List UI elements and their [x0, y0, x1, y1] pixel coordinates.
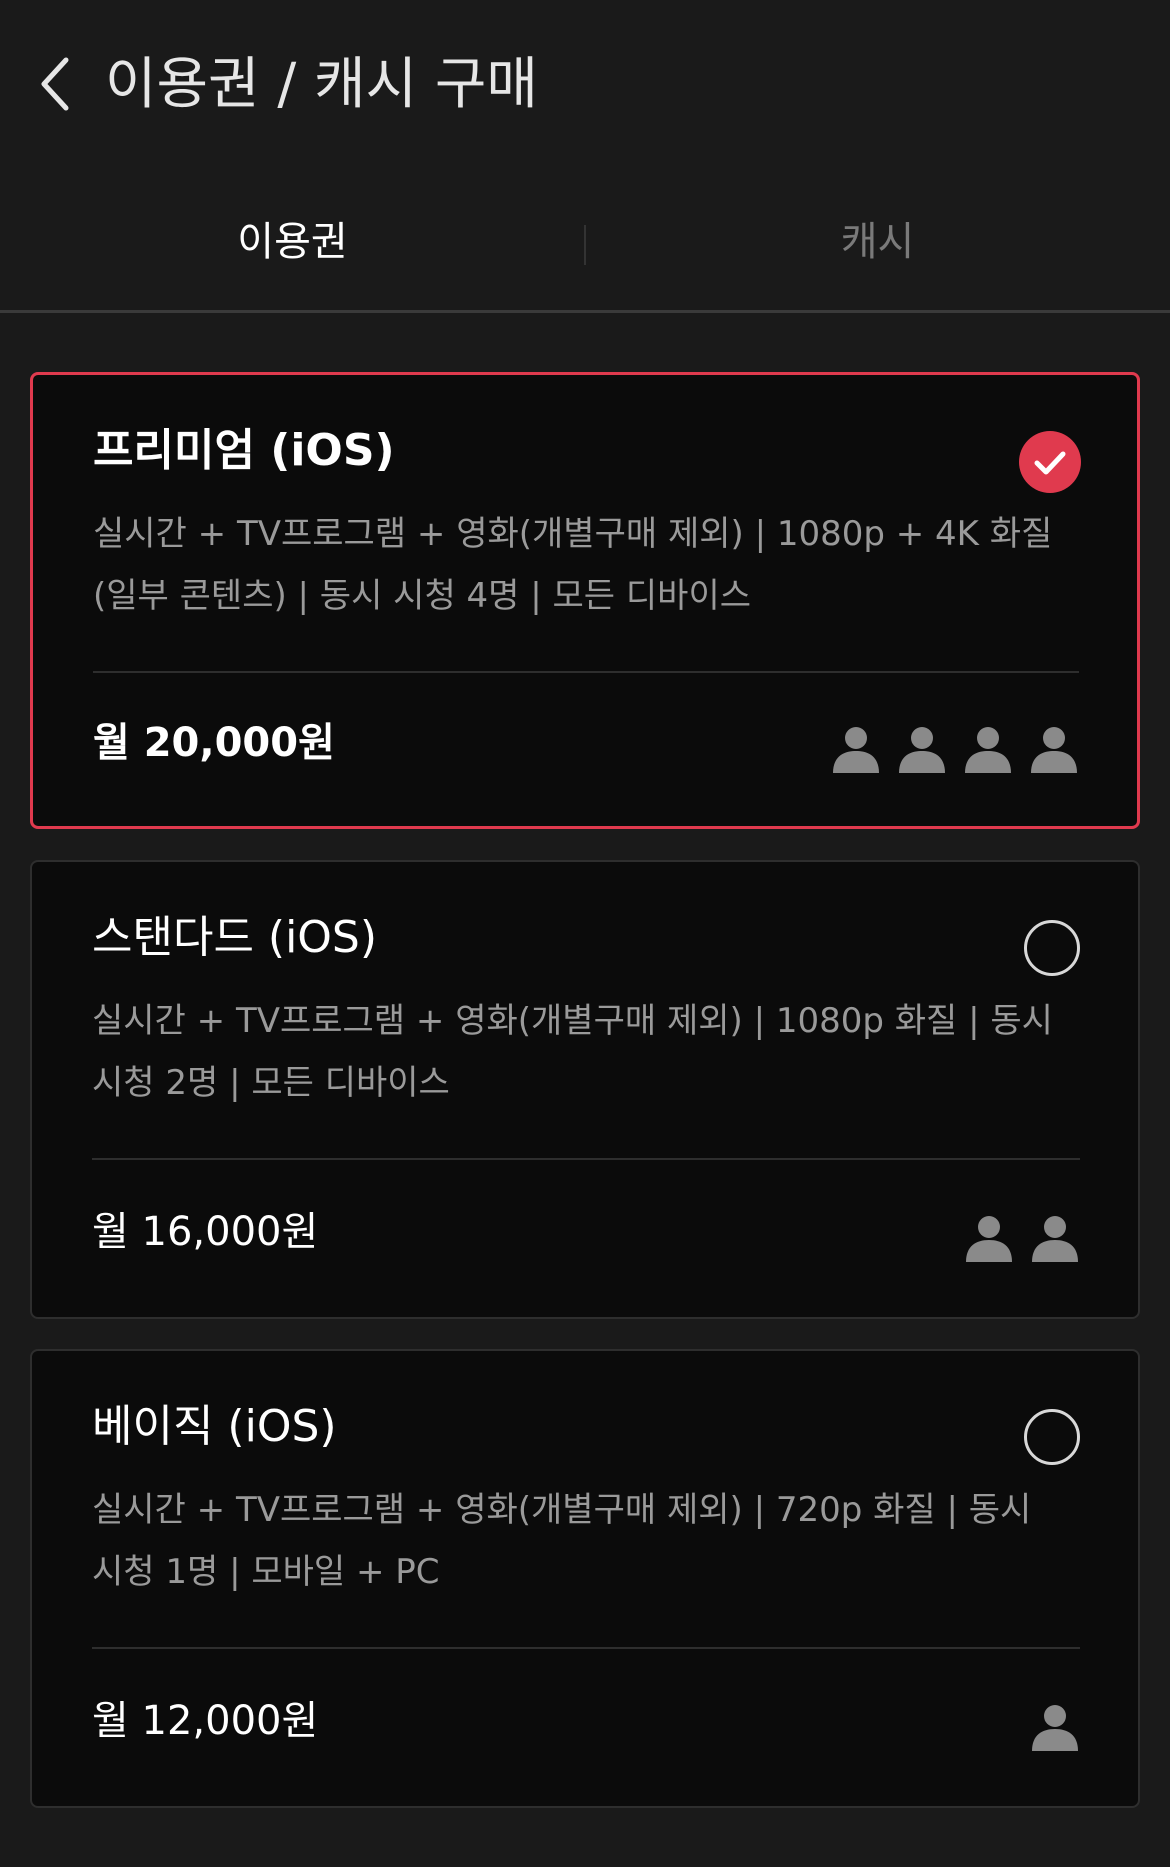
- chevron-left-icon: [41, 57, 69, 111]
- radio-empty-icon[interactable]: [1024, 920, 1080, 976]
- tab-pass[interactable]: 이용권: [0, 200, 585, 284]
- person-icon: [1032, 1216, 1078, 1262]
- person-icon: [966, 1216, 1012, 1262]
- page-title: 이용권 / 캐시 구매: [105, 52, 538, 117]
- plan-description: 실시간 + TV프로그램 + 영화(개별구매 제외) | 1080p + 4K …: [93, 514, 1053, 616]
- plan-price: 월 16,000원: [92, 1209, 319, 1255]
- back-button[interactable]: [36, 52, 76, 116]
- plan-description: 실시간 + TV프로그램 + 영화(개별구매 제외) | 720p 화질 | 동…: [92, 1490, 1032, 1592]
- plan-price: 월 20,000원: [93, 720, 335, 766]
- person-icon: [1032, 1705, 1078, 1751]
- concurrent-users: [964, 1212, 1080, 1262]
- person-icon: [899, 727, 945, 773]
- plan-card-premium[interactable]: 프리미엄 (iOS) 실시간 + TV프로그램 + 영화(개별구매 제외) | …: [30, 372, 1140, 829]
- tab-bar: 이용권 캐시: [0, 200, 1170, 313]
- divider: [93, 671, 1079, 673]
- divider: [92, 1158, 1080, 1160]
- plan-price: 월 12,000원: [92, 1698, 319, 1744]
- person-icon: [1031, 727, 1077, 773]
- check-circle-icon: [1034, 451, 1066, 475]
- plan-card-basic[interactable]: 베이직 (iOS) 실시간 + TV프로그램 + 영화(개별구매 제외) | 7…: [30, 1349, 1140, 1808]
- plan-card-standard[interactable]: 스탠다드 (iOS) 실시간 + TV프로그램 + 영화(개별구매 제외) | …: [30, 860, 1140, 1319]
- plan-name: 프리미엄 (iOS): [93, 425, 395, 476]
- header: 이용권 / 캐시 구매: [0, 0, 1170, 170]
- plan-name: 스탠다드 (iOS): [92, 912, 378, 963]
- plan-name: 베이직 (iOS): [92, 1401, 337, 1452]
- concurrent-users: [1030, 1701, 1080, 1751]
- concurrent-users: [831, 723, 1079, 773]
- person-icon: [965, 727, 1011, 773]
- radio-empty-icon[interactable]: [1024, 1409, 1080, 1465]
- tab-cash[interactable]: 캐시: [585, 200, 1170, 284]
- plan-radio[interactable]: [1019, 431, 1081, 493]
- plan-description: 실시간 + TV프로그램 + 영화(개별구매 제외) | 1080p 화질 | …: [92, 1001, 1053, 1103]
- person-icon: [833, 727, 879, 773]
- divider: [92, 1647, 1080, 1649]
